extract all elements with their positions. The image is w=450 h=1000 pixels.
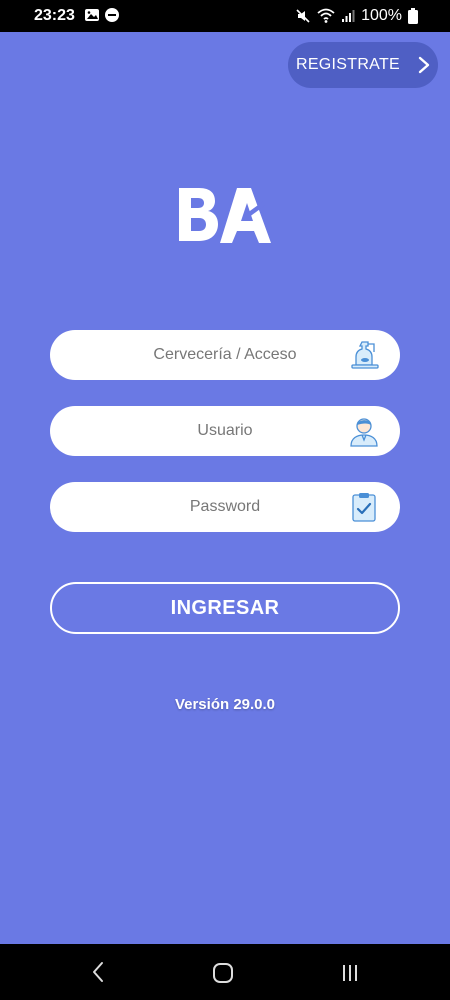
navigation-bar (0, 944, 450, 1000)
brewery-access-input[interactable] (103, 345, 347, 365)
password-field[interactable] (50, 482, 400, 532)
register-button[interactable]: REGISTRATE (288, 42, 438, 88)
chevron-right-icon (418, 56, 430, 74)
login-button[interactable]: INGRESAR (50, 582, 400, 634)
home-icon[interactable] (212, 962, 234, 984)
status-bar: 23:23 100% (0, 0, 450, 32)
mute-icon (296, 9, 310, 23)
username-field[interactable] (50, 406, 400, 456)
login-label: INGRESAR (170, 596, 280, 619)
user-icon (350, 418, 378, 447)
password-input[interactable] (103, 497, 347, 517)
recent-apps-icon[interactable] (340, 963, 360, 983)
wifi-icon (317, 8, 335, 23)
brewery-access-field[interactable] (50, 330, 400, 380)
app-logo (179, 188, 271, 243)
version-label: Versión 29.0.0 (174, 696, 276, 713)
do-not-disturb-icon (105, 8, 119, 22)
battery-percent: 100% (361, 7, 402, 24)
gallery-icon (85, 9, 99, 21)
back-icon[interactable] (88, 960, 108, 984)
username-input[interactable] (103, 421, 347, 441)
brewery-tank-icon (351, 341, 379, 369)
status-time: 23:23 (34, 7, 75, 24)
signal-icon (342, 10, 355, 22)
clipboard-check-icon (352, 493, 376, 522)
register-label: REGISTRATE (295, 56, 401, 73)
battery-icon (408, 8, 418, 24)
